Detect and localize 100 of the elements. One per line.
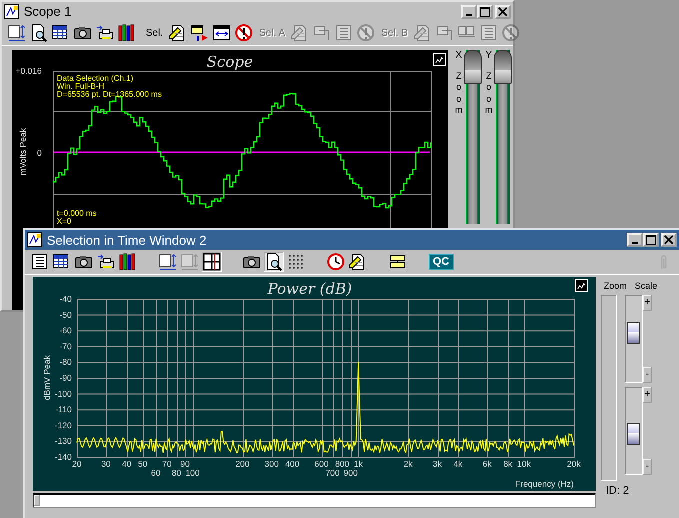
axis-tick-label: -110 xyxy=(56,404,72,415)
window-arrow-icon[interactable] xyxy=(191,24,210,42)
minus-button[interactable]: - xyxy=(643,367,652,383)
minimize-icon xyxy=(466,14,472,16)
printer-icon[interactable] xyxy=(96,24,114,42)
autoscale-icon[interactable] xyxy=(575,279,588,292)
zoom-label: Zoom xyxy=(604,281,628,291)
maximize-button[interactable] xyxy=(643,233,659,247)
title-bar[interactable]: Selection in Time Window 2 xyxy=(25,230,679,250)
zoom-track[interactable] xyxy=(601,295,617,481)
axis-tick-label: 1k xyxy=(354,459,363,469)
page-magnifier-icon[interactable] xyxy=(265,253,283,271)
chart-title: Power (dB) xyxy=(268,280,352,298)
axis-tick-label: -50 xyxy=(60,310,72,320)
table-icon[interactable] xyxy=(52,24,70,42)
axis-tick-label: 6k xyxy=(482,459,492,469)
axis-tick-label: 40 xyxy=(122,459,132,469)
axis-tick-label: -130 xyxy=(54,436,72,446)
minimize-icon xyxy=(632,242,638,244)
axis-tick-label: -100 xyxy=(54,388,72,399)
axis-tick-label: 80 xyxy=(172,468,182,478)
slider-thumb[interactable] xyxy=(464,50,482,84)
camera-icon[interactable] xyxy=(243,253,261,271)
axis-tick-label: 70 xyxy=(162,459,172,469)
id-label: ID: 2 xyxy=(605,485,630,497)
zoom-slider[interactable] xyxy=(496,50,510,224)
axis-label: Frequency (Hz) xyxy=(515,479,574,489)
table-icon[interactable] xyxy=(53,253,71,271)
plus-button[interactable]: + xyxy=(643,295,652,311)
axis-label: dBmV Peak xyxy=(42,356,52,400)
axis-tick-label: -140 xyxy=(54,452,72,462)
axis-tick-label: 300 xyxy=(264,459,279,469)
axis-tick-label: -90 xyxy=(60,373,72,383)
no-sign-icon[interactable] xyxy=(235,24,254,42)
scale-label: Scale xyxy=(635,281,658,291)
grid-icon[interactable] xyxy=(203,253,221,271)
axis-tick-label: 50 xyxy=(138,459,148,469)
axis-tick-label: 8k xyxy=(504,459,513,469)
axis-tick-label: 900 xyxy=(344,468,358,478)
page-pencil-icon[interactable] xyxy=(349,253,367,271)
cursor-readout: t=0.000 ms xyxy=(57,209,97,218)
title-bar[interactable]: Scope 1 xyxy=(2,2,513,22)
axis-tick-label: 2k xyxy=(404,459,413,469)
color-bars-icon[interactable] xyxy=(119,253,137,271)
axis-tick-label: 10k xyxy=(517,459,531,469)
frame-icon[interactable] xyxy=(8,24,26,42)
cursor-readout: X=0 xyxy=(57,217,72,226)
maximize-button[interactable] xyxy=(477,4,493,19)
axis-label: X xyxy=(456,50,462,61)
minimize-button[interactable] xyxy=(627,233,643,247)
printer-icon[interactable] xyxy=(97,253,115,271)
axis-tick-label: -120 xyxy=(54,420,72,430)
axis-tick-label: 30 xyxy=(101,459,111,469)
scale-slider[interactable] xyxy=(625,387,643,475)
axis-tick-label: -80 xyxy=(60,357,72,368)
horizontal-scrollbar[interactable] xyxy=(33,493,596,508)
scale-slider[interactable] xyxy=(625,295,643,383)
axis-label: mVolts Peak xyxy=(18,128,28,176)
window-arrows-icon[interactable] xyxy=(213,24,232,42)
selection-button[interactable]: Sel. xyxy=(144,28,166,39)
clock-icon[interactable] xyxy=(327,253,345,271)
zoom-label: Zoom xyxy=(454,71,464,116)
axis-tick-label: 200 xyxy=(236,459,250,469)
info-text: D=65536 pt. Dt=1365.000 ms xyxy=(57,90,162,99)
frame-icon[interactable] xyxy=(159,253,177,271)
axis-tick-label: 3k xyxy=(433,459,442,469)
qc-button[interactable]: QC xyxy=(429,254,454,270)
zoom-slider[interactable] xyxy=(466,50,480,224)
axis-tick-label: -40 xyxy=(60,294,72,304)
slider-thumb[interactable] xyxy=(627,322,640,344)
axis-label: Y xyxy=(486,50,492,61)
slider-thumb[interactable] xyxy=(494,50,512,84)
axis-tick-label: 800 xyxy=(335,459,350,469)
axis-tick-label: 100 xyxy=(186,468,200,478)
stacked-boxes-icon[interactable] xyxy=(389,253,407,271)
color-bars-icon[interactable] xyxy=(118,24,136,42)
info-text: Win. Full-B-H xyxy=(57,82,105,91)
minimize-button[interactable] xyxy=(461,4,477,19)
list-icon[interactable] xyxy=(31,253,49,271)
slider-thumb[interactable] xyxy=(627,423,640,446)
page-magnifier-icon[interactable] xyxy=(30,24,48,42)
window-title: Scope 1 xyxy=(24,4,73,20)
axis-tick-label: 20k xyxy=(567,459,581,469)
axis-tick-label: 600 xyxy=(314,459,329,469)
autoscale-icon[interactable] xyxy=(433,53,446,66)
axis-tick-label: +0.016 xyxy=(16,66,42,76)
app-icon xyxy=(27,232,43,248)
plus-button[interactable]: + xyxy=(643,387,652,403)
dot-grid-icon[interactable] xyxy=(287,253,305,271)
axis-tick-label: 400 xyxy=(285,459,300,469)
axis-tick-label: 700 xyxy=(326,468,340,478)
scroll-thumb[interactable] xyxy=(34,495,40,506)
close-button[interactable] xyxy=(495,4,511,19)
minus-button[interactable]: - xyxy=(643,459,652,475)
camera-icon[interactable] xyxy=(74,24,92,42)
camera-icon[interactable] xyxy=(75,253,93,271)
close-button[interactable] xyxy=(661,233,677,247)
axis-tick-label: 90 xyxy=(180,459,190,469)
axis-tick-label: 4k xyxy=(454,459,463,469)
page-pencil-icon[interactable] xyxy=(169,24,188,42)
